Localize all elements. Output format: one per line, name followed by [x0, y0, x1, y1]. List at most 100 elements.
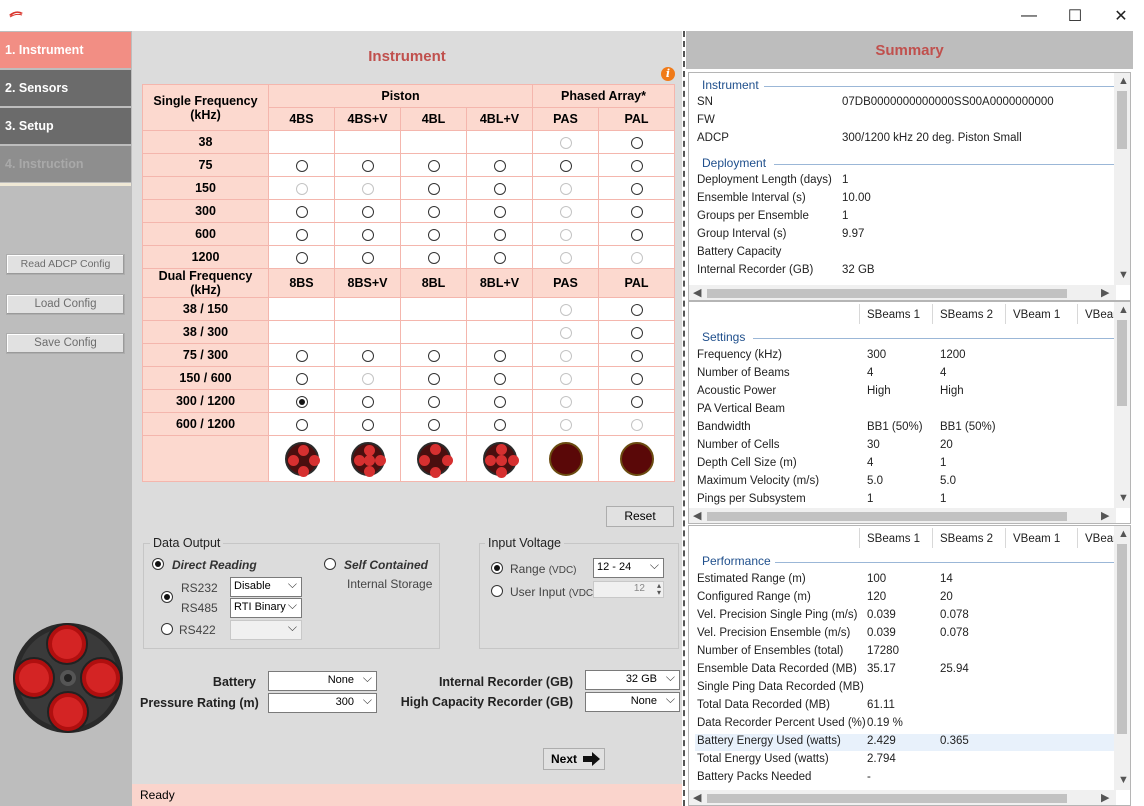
rs232-select[interactable]: Disable [230, 577, 302, 597]
frequency-row: 150 / 600 [142, 366, 675, 390]
frequency-radio[interactable] [295, 228, 308, 241]
frequency-radio[interactable] [361, 395, 374, 408]
frequency-radio[interactable] [361, 349, 374, 362]
reset-button[interactable]: Reset [606, 506, 674, 527]
read-adcp-config-button[interactable]: Read ADCP Config [6, 254, 125, 275]
save-config-button[interactable]: Save Config [6, 333, 125, 354]
frequency-radio[interactable] [427, 159, 440, 172]
frequency-radio[interactable] [493, 372, 506, 385]
maximize-button[interactable]: ☐ [1052, 0, 1098, 31]
nav-item-sensors[interactable]: 2. Sensors [0, 70, 131, 106]
vertical-scrollbar[interactable]: ▲ ▼ [1114, 526, 1130, 790]
frequency-radio[interactable] [493, 182, 506, 195]
nav-item-setup[interactable]: 3. Setup [0, 108, 131, 144]
scroll-thumb[interactable] [1117, 320, 1127, 406]
scroll-right-icon[interactable]: ▶ [1101, 286, 1109, 299]
info-icon[interactable]: i [661, 67, 675, 81]
frequency-radio[interactable] [295, 418, 308, 431]
horizontal-scrollbar[interactable]: ◀ ▶ [689, 508, 1116, 523]
frequency-radio[interactable] [630, 395, 643, 408]
frequency-radio[interactable] [559, 159, 572, 172]
rs485-select[interactable]: RTI Binary [230, 598, 302, 618]
close-button[interactable]: ✕ [1098, 0, 1144, 31]
scroll-thumb[interactable] [1117, 91, 1127, 149]
frequency-radio[interactable] [427, 251, 440, 264]
frequency-radio[interactable] [630, 303, 643, 316]
frequency-radio[interactable] [630, 136, 643, 149]
frequency-radio[interactable] [361, 251, 374, 264]
scroll-down-icon[interactable]: ▼ [1118, 269, 1129, 281]
scroll-right-icon[interactable]: ▶ [1101, 509, 1109, 522]
horizontal-scrollbar[interactable]: ◀ ▶ [689, 790, 1116, 805]
frequency-radio[interactable] [427, 182, 440, 195]
scroll-down-icon[interactable]: ▼ [1118, 492, 1129, 504]
scroll-left-icon[interactable]: ◀ [693, 791, 701, 804]
scroll-up-icon[interactable]: ▲ [1118, 75, 1129, 87]
nav-item-instrument[interactable]: 1. Instrument [0, 32, 131, 68]
minimize-button[interactable]: — [1006, 0, 1052, 31]
rs422-radio[interactable] [161, 623, 173, 635]
horizontal-scrollbar[interactable]: ◀ ▶ [689, 285, 1116, 300]
frequency-radio[interactable] [630, 326, 643, 339]
frequency-radio[interactable] [427, 372, 440, 385]
frequency-radio[interactable] [630, 372, 643, 385]
frequency-radio[interactable] [493, 228, 506, 241]
self-contained-radio[interactable] [324, 558, 336, 570]
high-capacity-recorder-select[interactable]: None [585, 692, 680, 712]
splitter[interactable] [683, 31, 685, 806]
battery-select[interactable]: None [268, 671, 377, 691]
rs422-select[interactable] [230, 620, 302, 640]
frequency-radio[interactable] [427, 205, 440, 218]
frequency-radio[interactable] [630, 228, 643, 241]
frequency-radio[interactable] [427, 418, 440, 431]
frequency-radio[interactable] [295, 395, 308, 408]
internal-recorder-select[interactable]: 32 GB [585, 670, 680, 690]
frequency-radio[interactable] [361, 418, 374, 431]
direct-reading-radio[interactable] [152, 558, 164, 570]
frequency-radio[interactable] [361, 205, 374, 218]
pressure-rating-select[interactable]: 300 [268, 693, 377, 713]
frequency-radio[interactable] [427, 395, 440, 408]
load-config-button[interactable]: Load Config [6, 294, 125, 315]
frequency-radio[interactable] [361, 228, 374, 241]
scroll-left-icon[interactable]: ◀ [693, 509, 701, 522]
frequency-radio[interactable] [361, 159, 374, 172]
nav-item-instruction[interactable]: 4. Instruction [0, 146, 131, 182]
scroll-down-icon[interactable]: ▼ [1118, 774, 1129, 786]
frequency-radio[interactable] [493, 395, 506, 408]
frequency-radio[interactable] [493, 418, 506, 431]
scroll-thumb[interactable] [707, 512, 1067, 521]
frequency-radio[interactable] [493, 159, 506, 172]
scroll-left-icon[interactable]: ◀ [693, 286, 701, 299]
frequency-radio[interactable] [630, 182, 643, 195]
scroll-up-icon[interactable]: ▲ [1118, 528, 1129, 540]
frequency-radio[interactable] [630, 349, 643, 362]
scroll-thumb[interactable] [707, 794, 1067, 803]
frequency-radio[interactable] [630, 159, 643, 172]
scroll-thumb[interactable] [1117, 544, 1127, 734]
user-voltage-input[interactable]: 12 [593, 581, 664, 598]
frequency-radio[interactable] [295, 159, 308, 172]
user-input-radio[interactable] [491, 585, 503, 597]
frequency-radio[interactable] [295, 372, 308, 385]
scroll-thumb[interactable] [707, 289, 1067, 298]
frequency-radio[interactable] [295, 349, 308, 362]
column-separator [1077, 304, 1078, 324]
frequency-radio[interactable] [427, 228, 440, 241]
scroll-right-icon[interactable]: ▶ [1101, 791, 1109, 804]
column-separator [1005, 528, 1006, 548]
frequency-radio[interactable] [295, 251, 308, 264]
frequency-radio[interactable] [493, 205, 506, 218]
rs232-rs485-radio[interactable] [161, 591, 173, 603]
vertical-scrollbar[interactable]: ▲ ▼ [1114, 73, 1130, 285]
voltage-range-select[interactable]: 12 - 24 [593, 558, 664, 578]
frequency-radio[interactable] [427, 349, 440, 362]
vertical-scrollbar[interactable]: ▲ ▼ [1114, 302, 1130, 508]
frequency-radio[interactable] [493, 251, 506, 264]
next-button[interactable]: Next [543, 748, 605, 770]
frequency-radio[interactable] [295, 205, 308, 218]
frequency-radio[interactable] [493, 349, 506, 362]
scroll-up-icon[interactable]: ▲ [1118, 304, 1129, 316]
frequency-radio[interactable] [630, 205, 643, 218]
range-radio[interactable] [491, 562, 503, 574]
